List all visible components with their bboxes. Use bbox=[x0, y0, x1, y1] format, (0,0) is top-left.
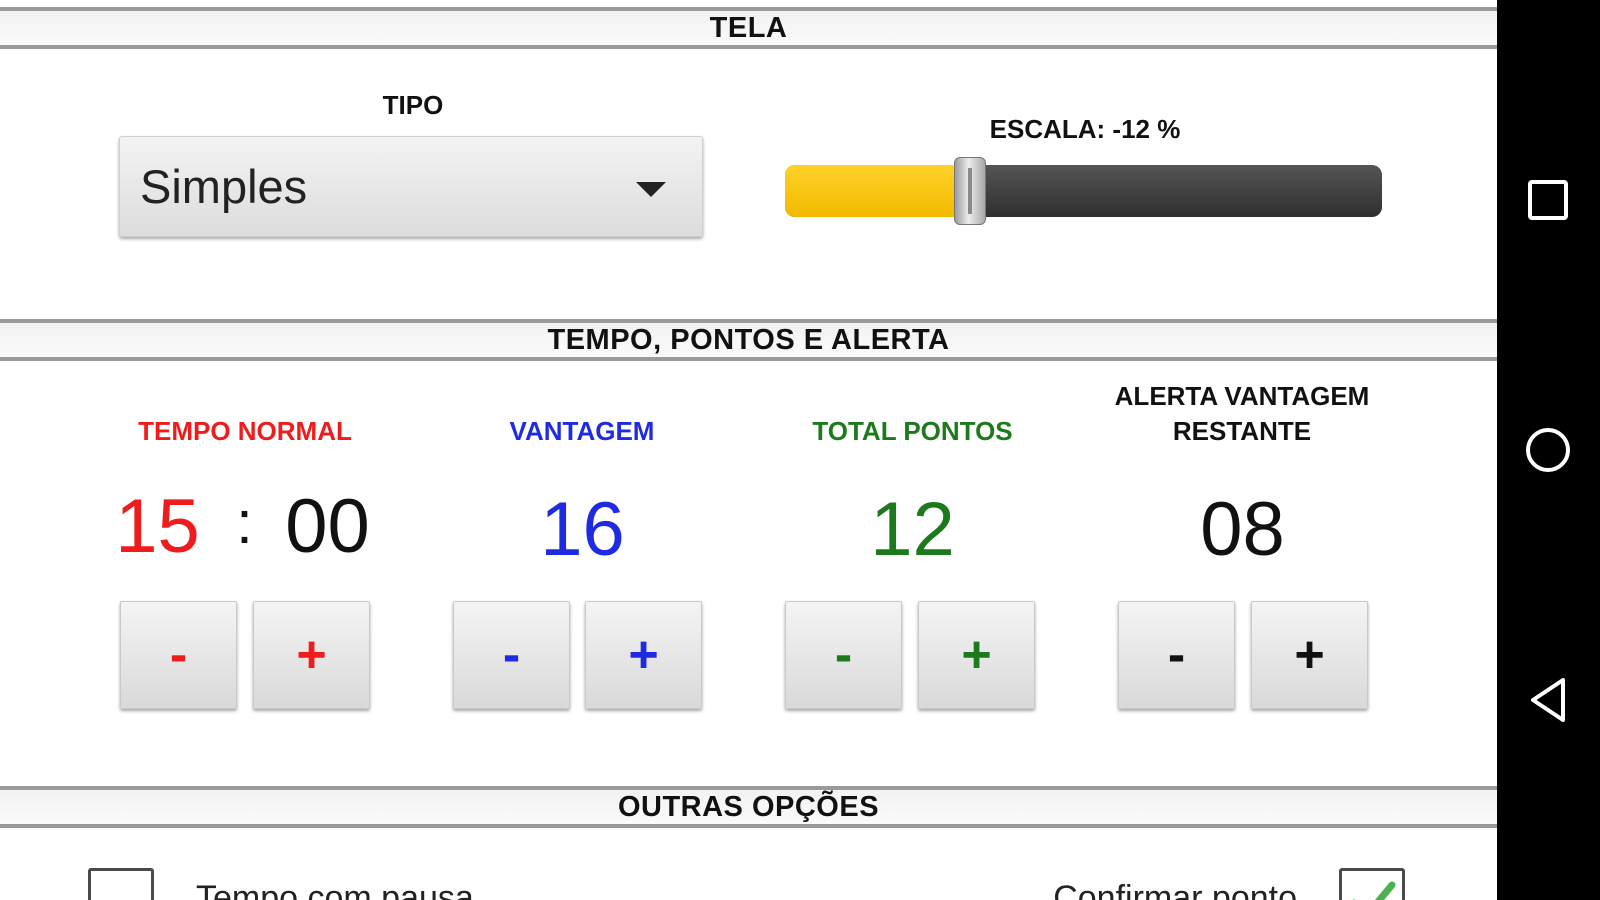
alerta-plus-button[interactable]: + bbox=[1251, 601, 1368, 709]
alerta-label-line2: RESTANTE bbox=[1172, 416, 1312, 446]
checkmark-icon bbox=[1352, 881, 1396, 900]
back-triangle-icon[interactable] bbox=[1523, 675, 1573, 725]
vantagem-value: 16 bbox=[540, 487, 625, 572]
chevron-down-icon bbox=[636, 182, 666, 197]
confirmar-ponto-label: Confirmar ponto bbox=[1053, 879, 1297, 900]
tipo-label: TIPO bbox=[382, 90, 444, 120]
slider-fill bbox=[785, 165, 970, 217]
slider-thumb[interactable] bbox=[954, 157, 986, 225]
tempo-com-pausa-checkbox[interactable] bbox=[88, 868, 154, 900]
tempo-plus-button[interactable]: + bbox=[253, 601, 370, 709]
total-pontos-plus-button[interactable]: + bbox=[918, 601, 1035, 709]
confirmar-ponto-checkbox[interactable] bbox=[1339, 868, 1405, 900]
tempo-com-pausa-label: Tempo com pausa bbox=[196, 879, 474, 900]
section-header-tela: TELA bbox=[0, 7, 1497, 49]
tempo-normal-label: TEMPO NORMAL bbox=[138, 416, 352, 446]
tempo-seconds: 00 bbox=[285, 484, 370, 569]
escala-slider[interactable] bbox=[785, 157, 1382, 225]
tipo-dropdown[interactable]: Simples bbox=[119, 136, 703, 237]
recents-square-icon[interactable] bbox=[1523, 175, 1573, 225]
tempo-minus-button[interactable]: - bbox=[120, 601, 237, 709]
total-pontos-label: TOTAL PONTOS bbox=[812, 416, 1013, 446]
settings-screen: TELA TIPO Simples ESCALA: -12 % TEMPO, P… bbox=[0, 0, 1497, 900]
home-circle-icon[interactable] bbox=[1523, 425, 1573, 475]
alerta-label-line1: ALERTA VANTAGEM bbox=[1114, 381, 1370, 411]
vantagem-label: VANTAGEM bbox=[509, 416, 655, 446]
tempo-minutes: 15 bbox=[115, 484, 200, 569]
vantagem-minus-button[interactable]: - bbox=[453, 601, 570, 709]
alerta-label: ALERTA VANTAGEM RESTANTE bbox=[1082, 379, 1402, 449]
alerta-minus-button[interactable]: - bbox=[1118, 601, 1235, 709]
total-pontos-minus-button[interactable]: - bbox=[785, 601, 902, 709]
escala-label: ESCALA: -12 % bbox=[989, 114, 1181, 144]
tipo-selected-value: Simples bbox=[140, 160, 308, 213]
tempo-separator: : bbox=[236, 489, 253, 556]
total-pontos-value: 12 bbox=[870, 487, 955, 572]
vantagem-plus-button[interactable]: + bbox=[585, 601, 702, 709]
section-header-outras: OUTRAS OPÇÕES bbox=[0, 786, 1497, 828]
navigation-bar bbox=[1497, 0, 1600, 900]
section-header-tempo: TEMPO, PONTOS E ALERTA bbox=[0, 319, 1497, 361]
alerta-value: 08 bbox=[1200, 487, 1285, 572]
